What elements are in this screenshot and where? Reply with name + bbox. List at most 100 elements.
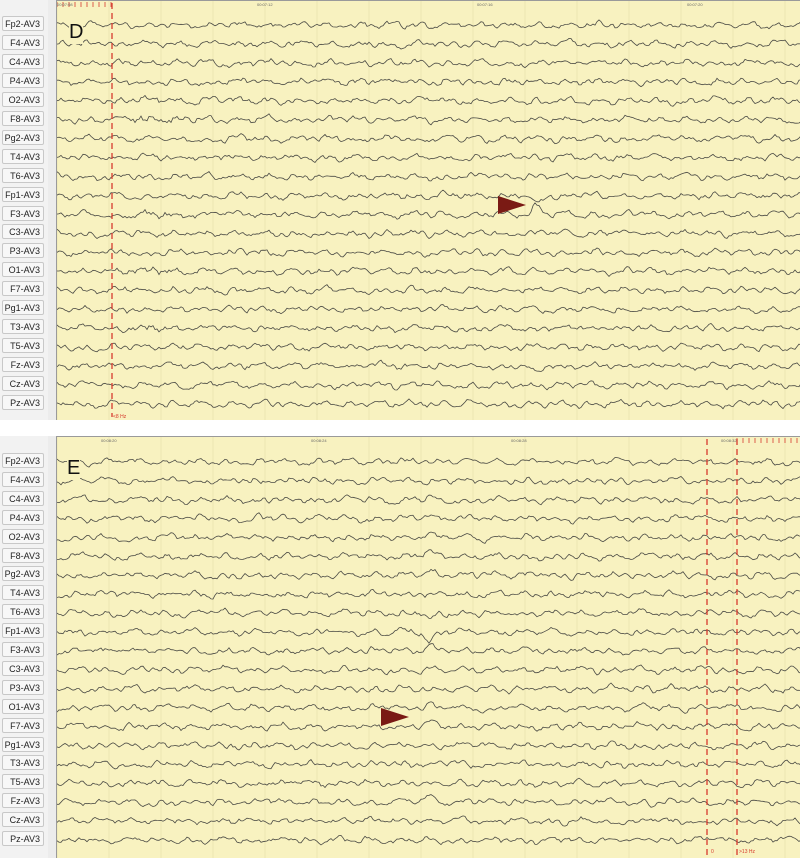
channel-label[interactable]: F4-AV3 (2, 34, 44, 50)
channel-label[interactable]: F8-AV3 (2, 547, 44, 563)
channel-label[interactable]: T6-AV3 (2, 604, 44, 620)
channel-label[interactable]: P4-AV3 (2, 509, 44, 525)
channel-label[interactable]: T3-AV3 (2, 755, 44, 771)
channel-label[interactable]: Cz-AV3 (2, 376, 44, 392)
eeg-trace (57, 202, 800, 220)
channel-label[interactable]: F7-AV3 (2, 717, 44, 733)
channel-label[interactable]: Pg2-AV3 (2, 129, 44, 145)
eeg-trace (57, 133, 800, 145)
eeg-trace (57, 113, 800, 126)
channel-label[interactable]: T6-AV3 (2, 167, 44, 183)
time-tick: 00:07:08 (57, 2, 73, 7)
time-tick: 00:08:24 (311, 438, 327, 443)
eeg-trace (57, 759, 800, 770)
channel-label[interactable]: P3-AV3 (2, 243, 44, 259)
channel-label[interactable]: Pz-AV3 (2, 831, 44, 846)
channel-label[interactable]: P4-AV3 (2, 72, 44, 88)
channel-label[interactable]: Fp1-AV3 (2, 186, 44, 202)
eeg-trace (57, 457, 800, 468)
eeg-trace (57, 531, 800, 544)
channel-label[interactable]: F7-AV3 (2, 281, 44, 297)
channel-label-strip: Fp2-AV3 F4-AV3 C4-AV3 P4-AV3 O2-AV3 F8-AV3 Pg2… (0, 0, 49, 420)
channel-label[interactable]: F4-AV3 (2, 471, 44, 487)
time-tick: 00:07:16 (477, 2, 493, 7)
eeg-trace (57, 19, 800, 30)
eeg-trace (57, 342, 800, 353)
channel-label[interactable]: Fp1-AV3 (2, 623, 44, 639)
eeg-trace (57, 701, 800, 714)
channel-label[interactable]: Pg2-AV3 (2, 566, 44, 582)
eeg-trace (57, 777, 800, 789)
marker-label: >13 Hz (739, 849, 755, 855)
channel-label[interactable]: Fz-AV3 (2, 793, 44, 809)
eeg-trace (57, 740, 800, 751)
channel-label[interactable]: F3-AV3 (2, 205, 44, 221)
arrowhead-annotation (381, 708, 409, 726)
eeg-trace (57, 794, 800, 808)
eeg-trace (57, 94, 800, 107)
eeg-trace (57, 266, 800, 277)
eeg-trace (57, 664, 800, 676)
eeg-trace (57, 380, 800, 391)
channel-label[interactable]: Fz-AV3 (2, 357, 44, 373)
time-tick: 00:07:12 (257, 2, 273, 7)
eeg-trace (57, 247, 800, 258)
channel-label[interactable]: C4-AV3 (2, 53, 44, 69)
eeg-trace-area[interactable]: 00:08:20 00:08:24 00:08:28 00:08:32 E 0 … (56, 436, 800, 858)
channel-label[interactable]: Fp2-AV3 (2, 453, 44, 468)
eeg-trace (57, 476, 800, 486)
eeg-panel-d: Fp2-AV3 F4-AV3 C4-AV3 P4-AV3 O2-AV3 F8-AV3 Pg2… (0, 0, 800, 420)
eeg-trace (57, 152, 800, 164)
channel-label[interactable]: O1-AV3 (2, 698, 44, 714)
time-tick: 00:08:28 (511, 438, 527, 443)
eeg-panel-e: Fp2-AV3 F4-AV3 C4-AV3 P4-AV3 O2-AV3 F8-AV3 Pg2… (0, 436, 800, 858)
eeg-trace (57, 284, 800, 296)
eeg-trace (57, 171, 800, 182)
scale-gutter (48, 436, 56, 858)
channel-label[interactable]: T5-AV3 (2, 774, 44, 790)
eeg-trace (57, 398, 800, 410)
eeg-trace (57, 359, 800, 372)
channel-label-strip: Fp2-AV3 F4-AV3 C4-AV3 P4-AV3 O2-AV3 F8-AV3 Pg2… (0, 436, 49, 858)
eeg-trace-area[interactable]: 00:07:08 00:07:12 00:07:16 00:07:20 D <8… (56, 0, 800, 420)
channel-label[interactable]: C3-AV3 (2, 224, 44, 240)
eeg-trace (57, 37, 800, 50)
marker-label: 0 (711, 849, 714, 855)
channel-label[interactable]: P3-AV3 (2, 679, 44, 695)
channel-label[interactable]: O2-AV3 (2, 528, 44, 544)
eeg-traces (57, 437, 800, 858)
time-tick: 00:08:32 (721, 438, 737, 443)
eeg-trace (57, 549, 800, 562)
eeg-trace (57, 626, 800, 644)
eeg-trace (57, 304, 800, 315)
channel-label[interactable]: Fp2-AV3 (2, 16, 44, 31)
eeg-trace (57, 834, 800, 846)
arrowhead-annotation (498, 196, 526, 214)
channel-label[interactable]: O1-AV3 (2, 262, 44, 278)
eeg-trace (57, 512, 800, 525)
channel-label[interactable]: T5-AV3 (2, 338, 44, 354)
channel-label[interactable]: Pg1-AV3 (2, 736, 44, 752)
eeg-trace (57, 77, 800, 88)
channel-label[interactable]: C4-AV3 (2, 490, 44, 506)
panel-letter: E (67, 457, 81, 480)
eeg-trace (57, 643, 800, 656)
time-tick: 00:07:20 (687, 2, 703, 7)
channel-label[interactable]: T4-AV3 (2, 148, 44, 164)
channel-label[interactable]: Cz-AV3 (2, 812, 44, 828)
channel-label[interactable]: F3-AV3 (2, 642, 44, 657)
eeg-trace (57, 494, 800, 506)
channel-label[interactable]: T3-AV3 (2, 319, 44, 335)
channel-label[interactable]: Pz-AV3 (2, 395, 44, 410)
eeg-trace (57, 189, 800, 203)
channel-label[interactable]: T4-AV3 (2, 585, 44, 601)
time-tick: 00:08:20 (101, 438, 117, 443)
eeg-trace (57, 323, 800, 334)
channel-label[interactable]: F8-AV3 (2, 110, 44, 126)
eeg-trace (57, 815, 800, 827)
channel-label[interactable]: O2-AV3 (2, 91, 44, 107)
channel-label[interactable]: C3-AV3 (2, 660, 44, 676)
eeg-trace (57, 607, 800, 619)
eeg-trace (57, 568, 800, 581)
channel-label[interactable]: Pg1-AV3 (2, 300, 44, 316)
